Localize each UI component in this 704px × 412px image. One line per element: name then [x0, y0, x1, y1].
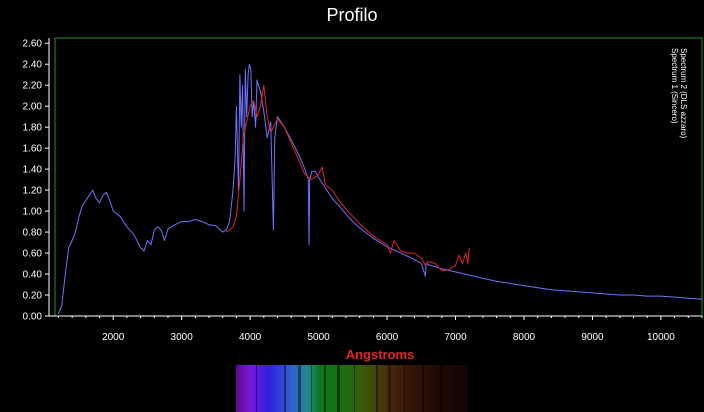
y-tick-label: 0.80	[23, 228, 43, 239]
spectrum-line	[440, 365, 443, 412]
spectrum-line	[354, 365, 355, 412]
spectrum-line	[311, 365, 312, 412]
x-tick-label: 4000	[239, 332, 262, 343]
spectrum-line	[298, 365, 301, 412]
y-tick-label: 2.20	[23, 81, 43, 92]
spectrum-strip	[236, 365, 468, 412]
spectrum-line	[388, 365, 391, 412]
spectrum-line	[376, 365, 378, 412]
series-line-2	[225, 84, 470, 272]
plot-frame	[54, 37, 703, 317]
x-tick-label: 2000	[102, 332, 125, 343]
series-line-1	[57, 63, 703, 315]
spectrum-line	[337, 365, 340, 412]
y-tick-label: 0.00	[23, 312, 43, 323]
y-tick-label: 0.60	[23, 249, 43, 260]
x-tick-label: 7000	[444, 332, 467, 343]
y-tick-label: 2.60	[23, 39, 43, 50]
spectrum-line	[256, 365, 257, 412]
y-tick-label: 1.00	[23, 207, 43, 218]
y-tick-label: 0.40	[23, 270, 43, 281]
x-tick-label: 10000	[647, 332, 675, 343]
y-tick-label: 0.20	[23, 291, 43, 302]
spectrum-line	[284, 365, 286, 412]
y-tick-label: 1.20	[23, 186, 43, 197]
x-tick-label: 5000	[307, 332, 330, 343]
spectrum-line	[404, 365, 405, 412]
series-layer	[57, 63, 703, 315]
y-tick-label: 2.40	[23, 60, 43, 71]
legend-entry-1: Spectrum 1 (Sincero)	[670, 48, 679, 124]
y-tick-label: 1.60	[23, 144, 43, 155]
x-tick-label: 6000	[376, 332, 399, 343]
spectrum-line	[324, 365, 326, 412]
legend: Spectrum 1 (Sincero) Spectrum 2 (DLS azz…	[670, 48, 704, 188]
y-tick-label: 1.40	[23, 165, 43, 176]
y-tick-label: 1.80	[23, 123, 43, 134]
spectrum-line	[422, 365, 424, 412]
axes: 0.00 0.20 0.40 0.60 0.80 1.00 1.20 1.40 1.60 1.80…	[23, 38, 703, 343]
x-axis-label: Angstroms	[345, 347, 415, 362]
x-tick-label: 8000	[513, 332, 536, 343]
x-tick-label: 9000	[581, 332, 604, 343]
x-tick-label: 3000	[171, 332, 194, 343]
y-tick-label: 2.00	[23, 102, 43, 113]
legend-entry-2: Spectrum 2 (DLS azzaro)	[679, 48, 688, 139]
